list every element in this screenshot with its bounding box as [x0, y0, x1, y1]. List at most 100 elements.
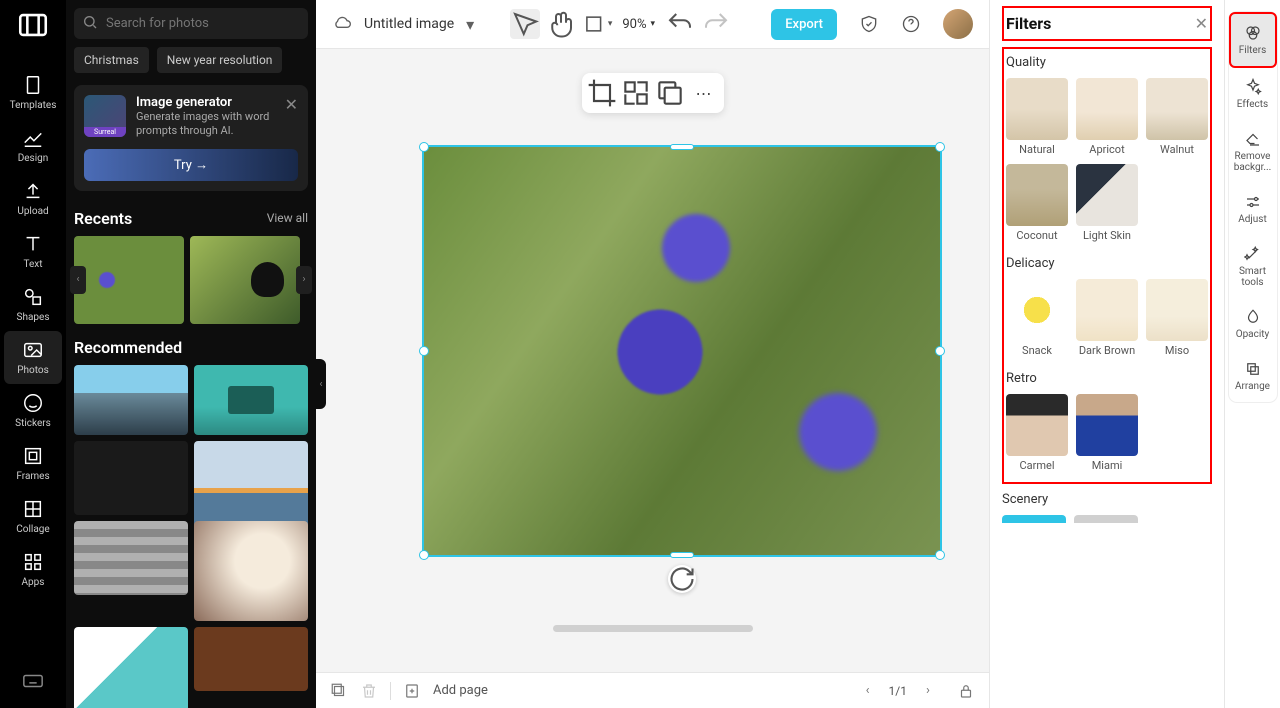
undo-button[interactable] [665, 9, 695, 39]
stock-photo[interactable] [194, 521, 308, 621]
rail-smart-tools[interactable]: Smart tools [1229, 235, 1277, 298]
nav-frames[interactable]: Frames [0, 437, 66, 490]
rail-arrange[interactable]: Arrange [1229, 350, 1277, 402]
keyboard-icon[interactable] [22, 670, 44, 692]
canvas-region: Untitled image ▾ ▾ 90%▾ Export ‹ [316, 0, 989, 708]
nav-collage[interactable]: Collage [0, 490, 66, 543]
rail-remove-bg[interactable]: Remove backgr... [1229, 120, 1277, 183]
selected-image[interactable] [422, 145, 942, 557]
filter-thumb[interactable] [1074, 515, 1138, 523]
pointer-tool[interactable] [510, 9, 540, 39]
more-button[interactable]: ⋯ [688, 77, 720, 109]
carousel-prev[interactable]: ‹ [70, 266, 86, 294]
filter-apricot[interactable]: Apricot [1076, 78, 1138, 156]
view-all-link[interactable]: View all [267, 211, 308, 225]
nav-upload[interactable]: Upload [0, 172, 66, 225]
resize-handle[interactable] [935, 550, 945, 560]
regenerate-button[interactable] [620, 77, 652, 109]
recent-thumb[interactable] [74, 236, 184, 324]
nav-design[interactable]: Design [0, 119, 66, 172]
filters-title: Filters [1006, 14, 1051, 33]
stock-photo[interactable] [74, 365, 188, 435]
export-button[interactable]: Export [771, 9, 837, 40]
resize-handle[interactable] [935, 142, 945, 152]
cloud-icon[interactable] [332, 14, 352, 34]
chevron-down-icon[interactable]: ▾ [466, 15, 478, 34]
filter-snack[interactable]: Snack [1006, 279, 1068, 357]
upload-icon [22, 180, 44, 202]
resize-handle[interactable] [935, 346, 945, 356]
chip-christmas[interactable]: Christmas [74, 47, 149, 73]
stock-photo[interactable] [194, 365, 308, 435]
user-avatar[interactable] [943, 9, 973, 39]
resize-handle[interactable] [670, 144, 694, 150]
duplicate-button[interactable] [654, 77, 686, 109]
nav-stickers[interactable]: Stickers [0, 384, 66, 437]
filter-coconut[interactable]: Coconut [1006, 164, 1068, 242]
nav-templates[interactable]: Templates [0, 66, 66, 119]
hand-tool[interactable] [546, 9, 576, 39]
resize-handle[interactable] [419, 550, 429, 560]
eraser-icon [1244, 130, 1262, 148]
rail-effects[interactable]: Effects [1229, 68, 1277, 120]
layers-icon[interactable] [330, 682, 348, 700]
filter-miso[interactable]: Miso [1146, 279, 1208, 357]
stock-photo[interactable] [74, 521, 188, 595]
stock-photo[interactable] [194, 627, 308, 691]
filter-darkbrown[interactable]: Dark Brown [1076, 279, 1138, 357]
resize-handle[interactable] [419, 346, 429, 356]
adjust-icon [1244, 193, 1262, 211]
filter-miami[interactable]: Miami [1076, 394, 1138, 472]
filter-lightskin[interactable]: Light Skin [1076, 164, 1138, 242]
filter-walnut[interactable]: Walnut [1146, 78, 1208, 156]
next-page[interactable]: › [919, 682, 937, 700]
document-title[interactable]: Untitled image [364, 16, 454, 32]
add-page-icon[interactable] [403, 682, 421, 700]
add-page-label[interactable]: Add page [433, 683, 488, 698]
rotate-handle[interactable] [668, 565, 696, 593]
nav-photos[interactable]: Photos [4, 331, 62, 384]
prev-page[interactable]: ‹ [859, 682, 877, 700]
rail-filters[interactable]: Filters [1229, 12, 1277, 68]
trash-icon[interactable] [360, 682, 378, 700]
nav-shapes[interactable]: Shapes [0, 278, 66, 331]
recommended-heading: Recommended [74, 338, 182, 357]
zoom-level[interactable]: 90%▾ [622, 17, 655, 32]
artboard-tool[interactable]: ▾ [582, 9, 612, 39]
chip-newyear[interactable]: New year resolution [157, 47, 283, 73]
photos-panel: Christmas New year resolution ✕ Surreal … [66, 0, 316, 708]
try-button[interactable]: Try → [84, 149, 298, 181]
horizontal-scrollbar[interactable] [553, 625, 753, 632]
lock-icon[interactable] [957, 682, 975, 700]
chip-row: Christmas New year resolution [74, 47, 308, 73]
filters-icon [1244, 24, 1262, 42]
close-icon[interactable]: ✕ [1195, 14, 1208, 33]
nav-apps[interactable]: Apps [0, 543, 66, 596]
filter-thumb[interactable] [1002, 515, 1066, 523]
resize-handle[interactable] [419, 142, 429, 152]
stock-photo[interactable] [74, 441, 188, 515]
search-icon [82, 14, 98, 34]
promo-avatar: Surreal [84, 95, 126, 137]
search-input[interactable] [74, 8, 308, 39]
category-retro: Retro [1006, 371, 1208, 386]
shield-icon[interactable] [859, 14, 879, 34]
canvas[interactable]: ‹ ⋯ [316, 49, 989, 672]
rail-adjust[interactable]: Adjust [1229, 183, 1277, 235]
crop-button[interactable] [586, 77, 618, 109]
resize-handle[interactable] [670, 552, 694, 558]
app-logo[interactable] [16, 8, 50, 42]
help-icon[interactable] [901, 14, 921, 34]
close-icon[interactable]: ✕ [285, 95, 298, 114]
nav-text[interactable]: Text [0, 225, 66, 278]
rail-opacity[interactable]: Opacity [1229, 298, 1277, 350]
collapse-panel-handle[interactable]: ‹ [316, 359, 326, 409]
filter-natural[interactable]: Natural [1006, 78, 1068, 156]
carousel-next[interactable]: › [296, 266, 312, 294]
photos-icon [22, 339, 44, 361]
recent-thumb[interactable] [190, 236, 300, 324]
filter-carmel[interactable]: Carmel [1006, 394, 1068, 472]
stock-photo[interactable] [74, 627, 188, 708]
redo-button[interactable] [701, 9, 731, 39]
canvas-header: Untitled image ▾ ▾ 90%▾ Export [316, 0, 989, 49]
